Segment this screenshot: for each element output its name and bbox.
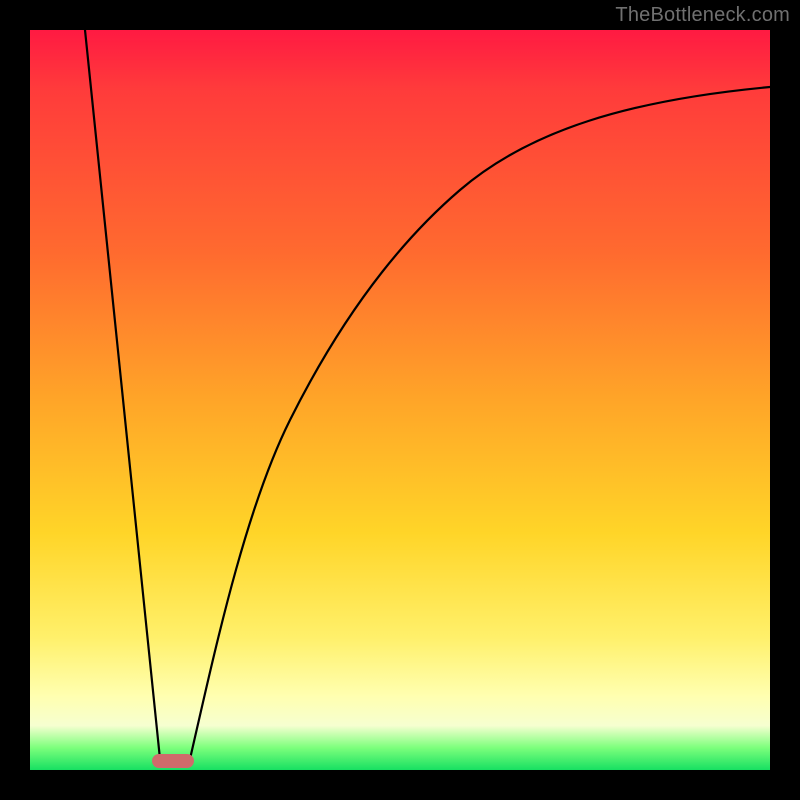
left-line — [85, 30, 160, 759]
watermark-text: TheBottleneck.com — [615, 4, 790, 27]
min-marker — [152, 754, 194, 768]
plot-area — [30, 30, 770, 770]
curve-layer — [30, 30, 770, 770]
right-curve — [190, 87, 770, 759]
outer-frame: TheBottleneck.com — [0, 0, 800, 800]
